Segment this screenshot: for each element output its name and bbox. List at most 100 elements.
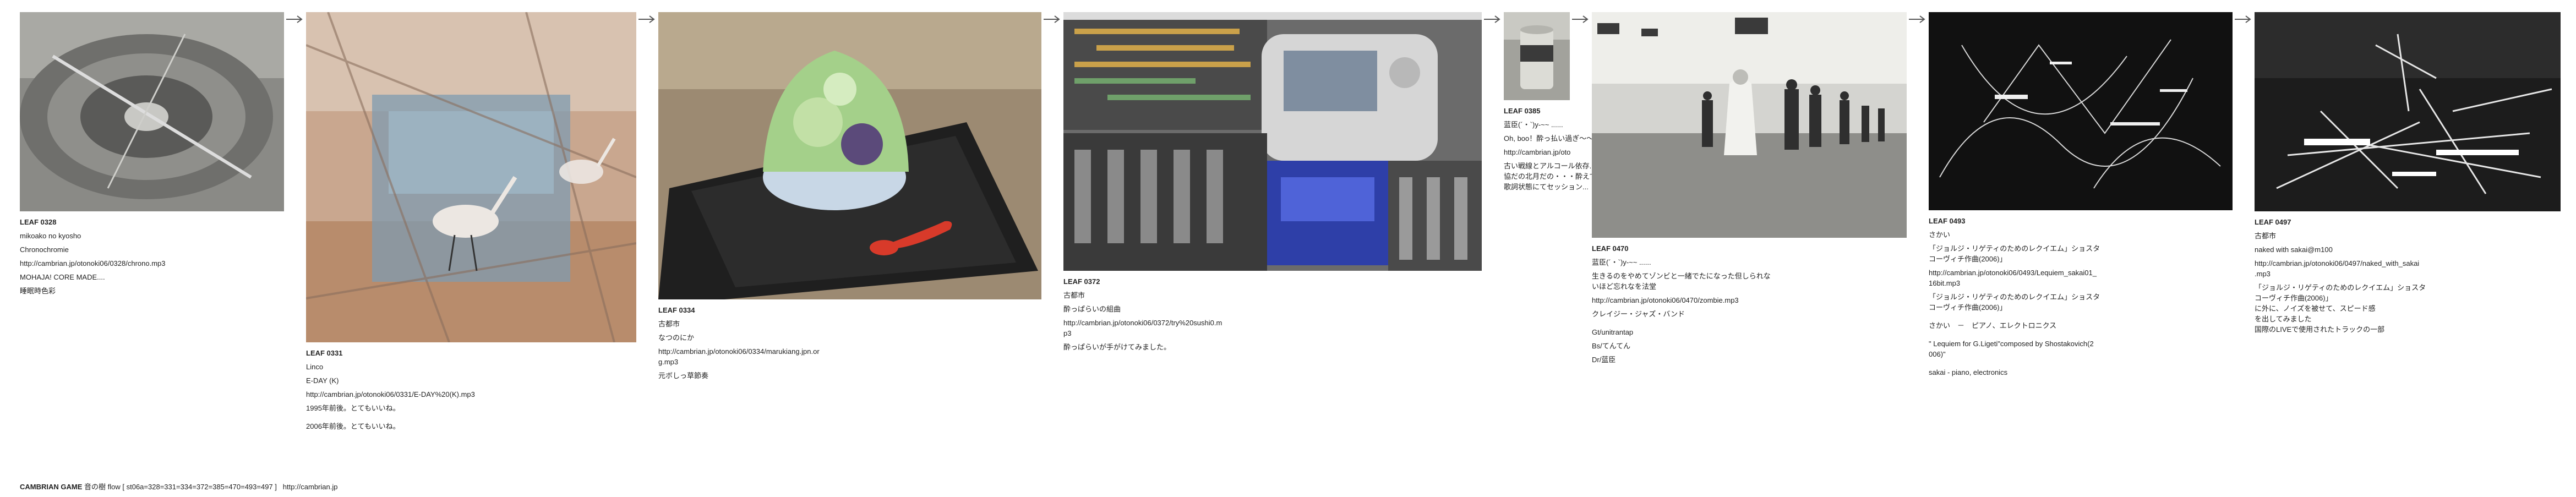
leaf-0385: LEAF 0385 蓝臣(´・`)y-~~ ...... Oh, boo！酔っ払…: [1504, 12, 1592, 195]
leaf-0328-thumbnail[interactable]: [20, 12, 284, 211]
zombie-film-still-icon: [1592, 12, 1907, 238]
leaf-title: LEAF 0385: [1504, 107, 1541, 115]
leaf-mp3-link[interactable]: http://cambrian.jp/otonoki06/0334/maruki…: [658, 346, 1041, 357]
flow-arrow: [1572, 15, 1589, 23]
leaf-note: コーヴィチ作曲(2006)」: [2255, 294, 2333, 302]
arrow-right-icon: [1484, 15, 1500, 23]
leaf-track: naked with sakai@m100: [2255, 245, 2333, 254]
turntable-photo-icon: [20, 12, 284, 211]
leaf-track: なつのにか: [658, 334, 695, 342]
leaf-artist: 古都市: [1063, 291, 1085, 299]
leaf-0385-thumbnail[interactable]: [1504, 12, 1570, 100]
leaf-mp3-link-cont[interactable]: g.mp3: [658, 357, 1041, 367]
leaf-0328-meta: LEAF 0328 mikoako no kyosho Chronochromi…: [20, 217, 284, 296]
leaf-title: LEAF 0470: [1592, 244, 1629, 253]
flow-arrow: [1044, 15, 1060, 23]
leaf-note-en-cont: 006)": [1929, 350, 1946, 358]
arrow-right-icon: [638, 15, 655, 23]
leaf-note: 古い戦線とアルコール依存...: [1504, 162, 1592, 170]
leaf-title: LEAF 0372: [1063, 277, 1100, 286]
leaf-0372-meta: LEAF 0372 古都市 酔っぱらいの組曲 http://cambrian.j…: [1063, 276, 1482, 352]
flow-arrow: [1484, 15, 1500, 23]
leaf-0385-meta: LEAF 0385 蓝臣(´・`)y-~~ ...... Oh, boo！酔っ払…: [1504, 106, 1592, 195]
footer-tree: 音の樹: [84, 483, 106, 491]
leaf-title: LEAF 0334: [658, 306, 695, 314]
leaf-artist: Linco: [306, 363, 324, 371]
leaf-credit-en: sakai - piano, electronics: [1929, 368, 2008, 376]
leaf-0470-meta: LEAF 0470 蓝臣(´・`)y-~~ ...... 生きるのをやめてゾンビ…: [1592, 243, 1907, 365]
leaf-note: 歌詞状態にてセッション...: [1504, 183, 1589, 191]
leaf-0497-thumbnail[interactable]: [2255, 12, 2561, 211]
arrow-right-icon: [1044, 15, 1060, 23]
heron-collage-photo-icon: [306, 12, 636, 342]
leaf-0328: LEAF 0328 mikoako no kyosho Chronochromi…: [20, 12, 284, 299]
leaf-artist: さかい: [1929, 231, 1951, 239]
leaf-note: 睡眠時色彩: [20, 287, 56, 295]
leaf-note: 「ジョルジ・リゲティのためのレクイエム」ショスタ: [1929, 293, 2100, 301]
flow-arrow: [1909, 15, 1925, 23]
leaf-artist: mikoako no kyosho: [20, 232, 81, 240]
leaf-mp3-link[interactable]: http://cambrian.jp/otonoki06/0493/Lequie…: [1929, 267, 2233, 278]
leaf-note: コーヴィチ作曲(2006)」: [1929, 303, 2007, 312]
flow-arrow: [286, 15, 303, 23]
leaf-mp3-link[interactable]: http://cambrian.jp/otonoki06/0328/chrono…: [20, 258, 284, 269]
daw-screenshot-icon: [1063, 12, 1482, 271]
leaf-artist: 蓝臣(´・`)y-~~ ......: [1592, 258, 1651, 266]
footer-label[interactable]: CAMBRIAN GAME: [20, 483, 82, 491]
leaf-credit: Dr/蓝臣: [1592, 356, 1616, 364]
shaved-ice-photo-icon: [658, 12, 1041, 299]
leaf-credit: Bs/てんてん: [1592, 342, 1631, 350]
leaf-track-cont: いほど忘れなを法堂: [1592, 282, 1657, 291]
leaf-track: 酔っぱらいの組曲: [1063, 305, 1121, 313]
leaf-artist: 古都市: [2255, 232, 2277, 240]
leaf-track-cont: コーヴィチ作曲(2006)」: [1929, 255, 2007, 263]
leaf-0470-thumbnail[interactable]: [1592, 12, 1907, 238]
leaf-mp3-link[interactable]: http://cambrian.jp/oto: [1504, 147, 1592, 157]
leaf-mp3-link[interactable]: http://cambrian.jp/otonoki06/0470/zombie…: [1592, 295, 1907, 305]
arrow-right-icon: [286, 15, 303, 23]
leaf-0493-thumbnail[interactable]: [1929, 12, 2233, 210]
leaf-0331: LEAF 0331 Linco E-DAY (K) http://cambria…: [306, 12, 636, 435]
arrow-right-icon: [2235, 15, 2251, 23]
leaf-title: LEAF 0497: [2255, 218, 2291, 226]
leaf-mp3-link-cont[interactable]: .mp3: [2255, 269, 2561, 279]
leaf-track: Oh, boo！酔っ払い過ぎ～～: [1504, 134, 1592, 143]
leaf-mp3-link[interactable]: http://cambrian.jp/otonoki06/0497/naked_…: [2255, 258, 2561, 269]
leaf-note: 「ジョルジ・リゲティのためのレクイエム」ショスタ: [2255, 283, 2426, 292]
abstract-branches-image-icon: [2255, 12, 2561, 211]
leaf-title: LEAF 0493: [1929, 217, 1966, 225]
leaf-mp3-link-cont[interactable]: 16bit.mp3: [1929, 278, 2233, 288]
leaf-credit: さかい － ピアノ、エレクトロニクス: [1929, 321, 2057, 330]
leaf-track: E-DAY (K): [306, 376, 339, 385]
leaf-title: LEAF 0328: [20, 218, 57, 226]
leaf-artist: 蓝臣(´・`)y-~~ ......: [1504, 121, 1563, 129]
leaf-mp3-link-cont[interactable]: p3: [1063, 328, 1482, 338]
leaf-title: LEAF 0331: [306, 349, 343, 357]
leaf-credit: Gt/unitrantap: [1592, 328, 1634, 336]
footer-flow: flow [ st06a=328=331=334=372=385=470=493…: [107, 483, 277, 491]
arrow-right-icon: [1909, 15, 1925, 23]
leaf-note: 1995年前後。とてもいいね。: [306, 404, 400, 412]
leaf-0372: LEAF 0372 古都市 酔っぱらいの組曲 http://cambrian.j…: [1063, 12, 1482, 356]
footer-url-link[interactable]: http://cambrian.jp: [283, 483, 338, 491]
leaf-note-en: " Lequiem for G.Ligeti"composed by Shost…: [1929, 340, 2094, 348]
leaf-0331-meta: LEAF 0331 Linco E-DAY (K) http://cambria…: [306, 348, 636, 432]
page-footer: CAMBRIAN GAME 音の樹 flow [ st06a=328=331=3…: [20, 481, 337, 491]
leaf-0372-thumbnail[interactable]: [1063, 12, 1482, 271]
leaf-0334-meta: LEAF 0334 古都市 なつのにか http://cambrian.jp/o…: [658, 305, 1041, 381]
leaf-note: 協だの北月だの・・・酔えて: [1504, 172, 1592, 181]
abstract-lines-image-icon: [1929, 12, 2233, 210]
leaf-0470: LEAF 0470 蓝臣(´・`)y-~~ ...... 生きるのをやめてゾンビ…: [1592, 12, 1907, 368]
leaf-0497-meta: LEAF 0497 古都市 naked with sakai@m100 http…: [2255, 217, 2561, 335]
flow-arrow: [638, 15, 655, 23]
leaf-mp3-link[interactable]: http://cambrian.jp/otonoki06/0372/try%20…: [1063, 318, 1482, 328]
leaf-note: MOHAJA! CORE MADE....: [20, 273, 105, 281]
leaf-track: Chronochromie: [20, 245, 69, 254]
leaf-mp3-link[interactable]: http://cambrian.jp/otonoki06/0331/E-DAY%…: [306, 389, 636, 400]
leaf-track: 生きるのをやめてゾンビと一緒でたになった但しられな: [1592, 272, 1771, 280]
arrow-right-icon: [1572, 15, 1589, 23]
leaf-0334-thumbnail[interactable]: [658, 12, 1041, 299]
leaf-track: 「ジョルジ・リゲティのためのレクイエム」ショスタ: [1929, 244, 2100, 253]
beer-can-photo-icon: [1504, 12, 1570, 100]
leaf-0331-thumbnail[interactable]: [306, 12, 636, 342]
